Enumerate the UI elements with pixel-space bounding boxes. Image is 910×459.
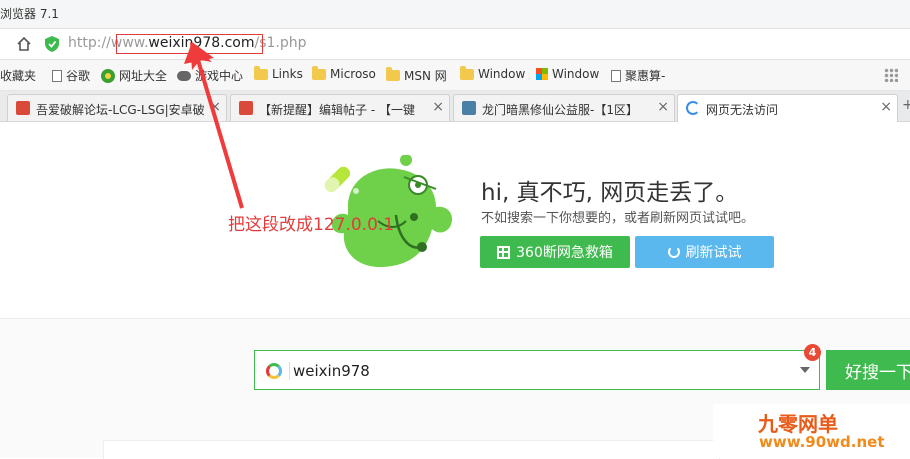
bookmark-microsoft[interactable]: Microso bbox=[312, 65, 376, 81]
bookmark-label: Links bbox=[272, 67, 303, 81]
bookmark-label: 收藏夹 bbox=[0, 69, 37, 83]
home-icon[interactable] bbox=[15, 35, 33, 53]
section-divider bbox=[0, 318, 910, 319]
tab-title: 龙门暗黑修仙公益服-【1区】 bbox=[482, 103, 638, 117]
folder-icon bbox=[460, 65, 474, 80]
close-icon[interactable]: × bbox=[657, 99, 669, 115]
page-icon bbox=[52, 69, 62, 82]
search-engine-logo-icon bbox=[266, 363, 282, 379]
window-title: 浏览器 7.1 bbox=[0, 7, 59, 21]
bookmark-msn[interactable]: MSN 网 bbox=[386, 67, 447, 84]
bookmark-label: Window bbox=[478, 67, 526, 81]
bookmark-windows-folder[interactable]: Window bbox=[460, 65, 526, 81]
annotation-text: 把这段改成127.0.0.1 bbox=[228, 215, 395, 235]
apps-grid-icon[interactable] bbox=[884, 68, 898, 82]
folder-icon bbox=[386, 67, 400, 81]
first-aid-icon bbox=[497, 245, 511, 259]
error-title: hi, 真不巧, 网页走丢了。 bbox=[481, 180, 739, 206]
error-subtitle: 不如搜索一下你想要的，或者刷新网页试试吧。 bbox=[481, 211, 755, 226]
network-rescue-label: 360断网急救箱 bbox=[516, 245, 613, 261]
url-prefix: http:// bbox=[68, 35, 111, 51]
refresh-icon bbox=[667, 246, 680, 258]
tab-edit-post[interactable]: 【新提醒】编辑帖子 - 【一键 × bbox=[230, 94, 450, 121]
bookmark-url-directory[interactable]: 网址大全 bbox=[101, 67, 167, 84]
bookmark-label: Window bbox=[552, 67, 600, 81]
tab-longmen[interactable]: 龙门暗黑修仙公益服-【1区】 × bbox=[453, 94, 675, 121]
chevron-down-icon[interactable] bbox=[800, 367, 810, 373]
tab-page-unreachable[interactable]: 网页无法访问 × bbox=[677, 94, 898, 122]
security-shield-icon[interactable] bbox=[45, 36, 59, 52]
bookmark-links[interactable]: Links bbox=[254, 65, 303, 81]
network-rescue-button[interactable]: 360断网急救箱 bbox=[480, 236, 630, 268]
bookmark-label: 谷歌 bbox=[66, 69, 91, 83]
title-bar: 浏览器 7.1 bbox=[0, 0, 910, 29]
refresh-retry-button[interactable]: 刷新试试 bbox=[635, 236, 774, 268]
bookmark-label: 网址大全 bbox=[119, 69, 168, 83]
watermark-url: www.90wd.net bbox=[759, 433, 885, 451]
loading-spinner-icon bbox=[686, 101, 700, 115]
close-icon[interactable]: × bbox=[880, 99, 892, 115]
search-button[interactable]: 好搜一下 bbox=[826, 350, 910, 390]
bookmark-label: 聚惠算- bbox=[625, 69, 666, 83]
new-tab-icon[interactable]: + bbox=[902, 97, 910, 113]
site-favicon-icon bbox=[16, 101, 30, 115]
watermark: 九零网单 www.90wd.net bbox=[713, 404, 910, 458]
windows-icon bbox=[536, 68, 548, 80]
search-input[interactable] bbox=[291, 358, 775, 384]
annotation-arrow bbox=[184, 42, 244, 209]
bookmark-label: Microso bbox=[330, 67, 376, 81]
folder-icon bbox=[312, 65, 326, 80]
globe-icon bbox=[101, 68, 115, 83]
bookmark-windows[interactable]: Window bbox=[536, 67, 599, 81]
bookmark-favorites[interactable]: 收藏夹 bbox=[0, 67, 36, 84]
tab-strip: 吾爱破解论坛-LCG-LSG|安卓破 × 【新提醒】编辑帖子 - 【一键 × 龙… bbox=[0, 91, 910, 122]
content-card bbox=[103, 440, 720, 459]
page-icon bbox=[611, 69, 621, 82]
bookmark-label: MSN 网 bbox=[404, 69, 447, 83]
tab-title: 【新提醒】编辑帖子 - 【一键 bbox=[259, 103, 415, 117]
refresh-retry-label: 刷新试试 bbox=[685, 245, 742, 261]
tab-title: 网页无法访问 bbox=[706, 103, 779, 117]
search-divider bbox=[289, 362, 290, 380]
close-icon[interactable]: × bbox=[432, 99, 444, 115]
bookmark-juhuisuan[interactable]: 聚惠算- bbox=[611, 67, 665, 84]
site-favicon-icon bbox=[462, 101, 476, 115]
bookmarks-bar: 收藏夹 谷歌 网址大全 游戏中心 Links Microso MSN 网 Win… bbox=[0, 60, 910, 91]
search-box[interactable] bbox=[254, 350, 820, 390]
notification-badge: 4 bbox=[804, 344, 821, 361]
bookmark-google[interactable]: 谷歌 bbox=[52, 67, 90, 84]
